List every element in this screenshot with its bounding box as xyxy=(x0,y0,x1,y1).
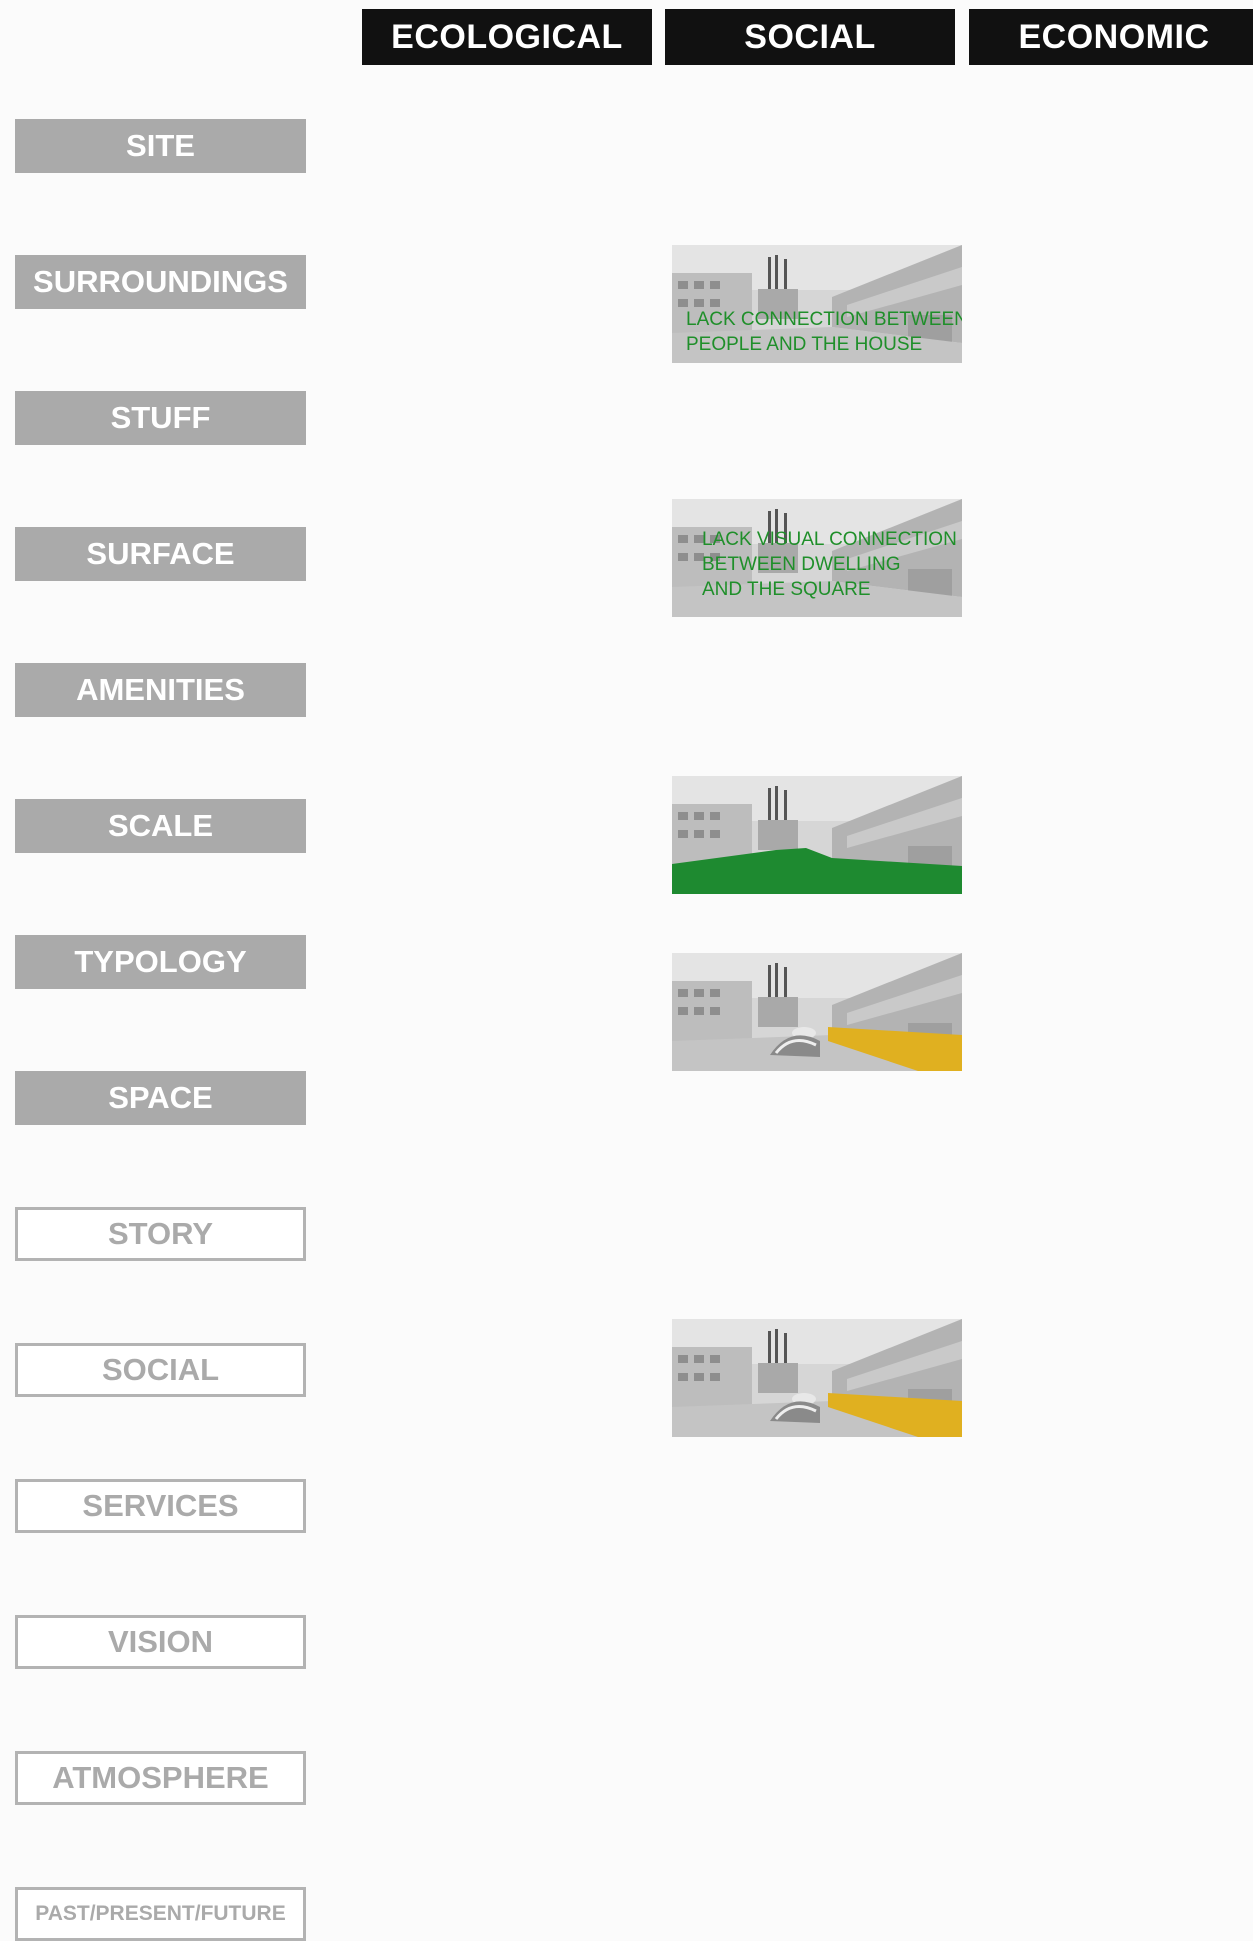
row-label-social: SOCIAL xyxy=(15,1343,306,1397)
row-label-stuff: STUFF xyxy=(15,391,306,445)
thumbnail-scale xyxy=(672,776,962,894)
thumbnail-surroundings: LACK CONNECTION BETWEEN PEOPLE AND THE H… xyxy=(672,245,962,363)
row-label-amenities: AMENITIES xyxy=(15,663,306,717)
row-label-story: STORY xyxy=(15,1207,306,1261)
row-label-space: SPACE xyxy=(15,1071,306,1125)
row-label-scale: SCALE xyxy=(15,799,306,853)
row-label-site: SITE xyxy=(15,119,306,173)
row-label-atmosphere: ATMOSPHERE xyxy=(15,1751,306,1805)
column-header-economic: ECONOMIC xyxy=(969,9,1253,65)
caption-surface: LACK VISUAL CONNECTION BETWEEN DWELLING … xyxy=(702,529,957,600)
column-header-social: SOCIAL xyxy=(665,9,955,65)
thumbnail-social xyxy=(672,1319,962,1437)
row-label-past-present-future: PAST/PRESENT/FUTURE xyxy=(15,1887,306,1941)
row-label-vision: VISION xyxy=(15,1615,306,1669)
row-label-services: SERVICES xyxy=(15,1479,306,1533)
column-header-ecological: ECOLOGICAL xyxy=(362,9,652,65)
thumbnail-typology xyxy=(672,953,962,1071)
thumbnail-surface: LACK VISUAL CONNECTION BETWEEN DWELLING … xyxy=(672,499,962,617)
row-label-surface: SURFACE xyxy=(15,527,306,581)
row-label-surroundings: SURROUNDINGS xyxy=(15,255,306,309)
caption-surroundings: LACK CONNECTION BETWEEN PEOPLE AND THE H… xyxy=(686,309,962,355)
row-label-typology: TYPOLOGY xyxy=(15,935,306,989)
